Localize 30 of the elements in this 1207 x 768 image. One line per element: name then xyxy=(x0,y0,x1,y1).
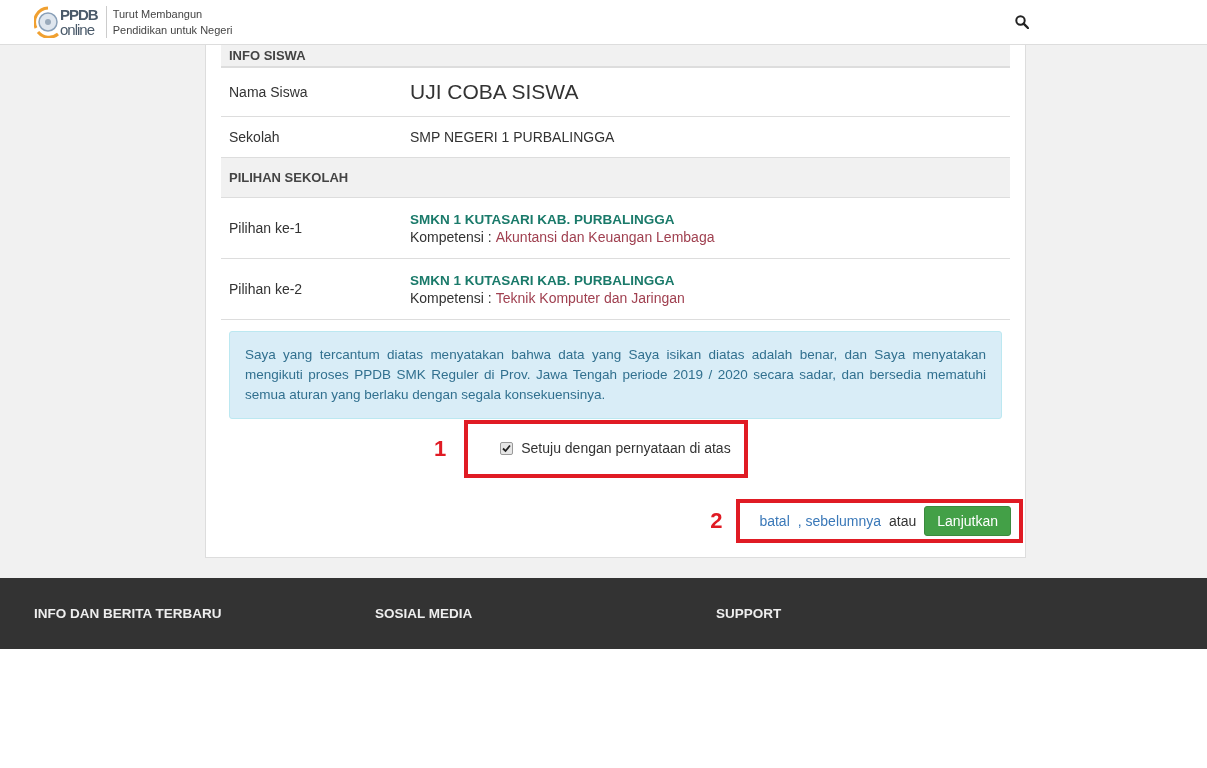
field-value: UJI COBA SISWA xyxy=(410,80,579,104)
footer-heading: SUPPORT xyxy=(716,606,783,623)
field-label: Nama Siswa xyxy=(229,84,309,100)
field-value: SMP NEGERI 1 PURBALINGGA xyxy=(410,129,615,145)
school-name: SMKN 1 KUTASARI KAB. PURBALINGGA xyxy=(410,211,676,227)
annotation-number: 1 xyxy=(434,436,447,462)
tagline: Turut Membangun xyxy=(112,7,204,22)
field-label: Pilihan ke-1 xyxy=(229,220,304,236)
section-title: INFO SISWA xyxy=(229,48,306,63)
competence-label: Kompetensi : xyxy=(410,228,492,245)
checkbox[interactable] xyxy=(500,441,514,455)
field-label: Sekolah xyxy=(229,129,281,145)
annotation-number: 2 xyxy=(710,508,723,534)
cancel-link[interactable]: batal xyxy=(759,513,790,529)
competence-value: Akuntansi dan Keuangan Lembaga xyxy=(495,228,715,245)
tagline: Pendidikan untuk Negeri xyxy=(112,23,233,38)
school-name: SMKN 1 KUTASARI KAB. PURBALINGGA xyxy=(410,272,676,288)
footer-heading: SOSIAL MEDIA xyxy=(375,606,474,623)
competence-label: Kompetensi : xyxy=(410,289,492,306)
statement-alert: Saya yang tercantum diatas menyatakan bahwa data yang Saya isikan diatas adalah benar, dan Saya menyatakan mengikuti proses PPDB SMK Reguler di Prov. Jawa Tengah periode 2019 / 2020 secara sadar, dan bersedia mematuhi semua aturan yang berlaku dengan segala konsekuensinya. xyxy=(229,331,1002,419)
footer-heading: INFO DAN BERITA TERBARU xyxy=(34,606,223,623)
field-label: Pilihan ke-2 xyxy=(229,281,304,297)
logo-subtext: online xyxy=(60,22,96,37)
or-text: atau xyxy=(889,513,917,529)
previous-link[interactable]: , sebelumnya xyxy=(797,513,882,529)
competence-value: Teknik Komputer dan Jaringan xyxy=(495,289,685,306)
section-title: PILIHAN SEKOLAH xyxy=(229,170,349,185)
logo-text: PPDB xyxy=(60,7,98,22)
search-icon[interactable] xyxy=(1015,15,1029,29)
continue-button[interactable]: Lanjutkan xyxy=(924,506,1011,536)
